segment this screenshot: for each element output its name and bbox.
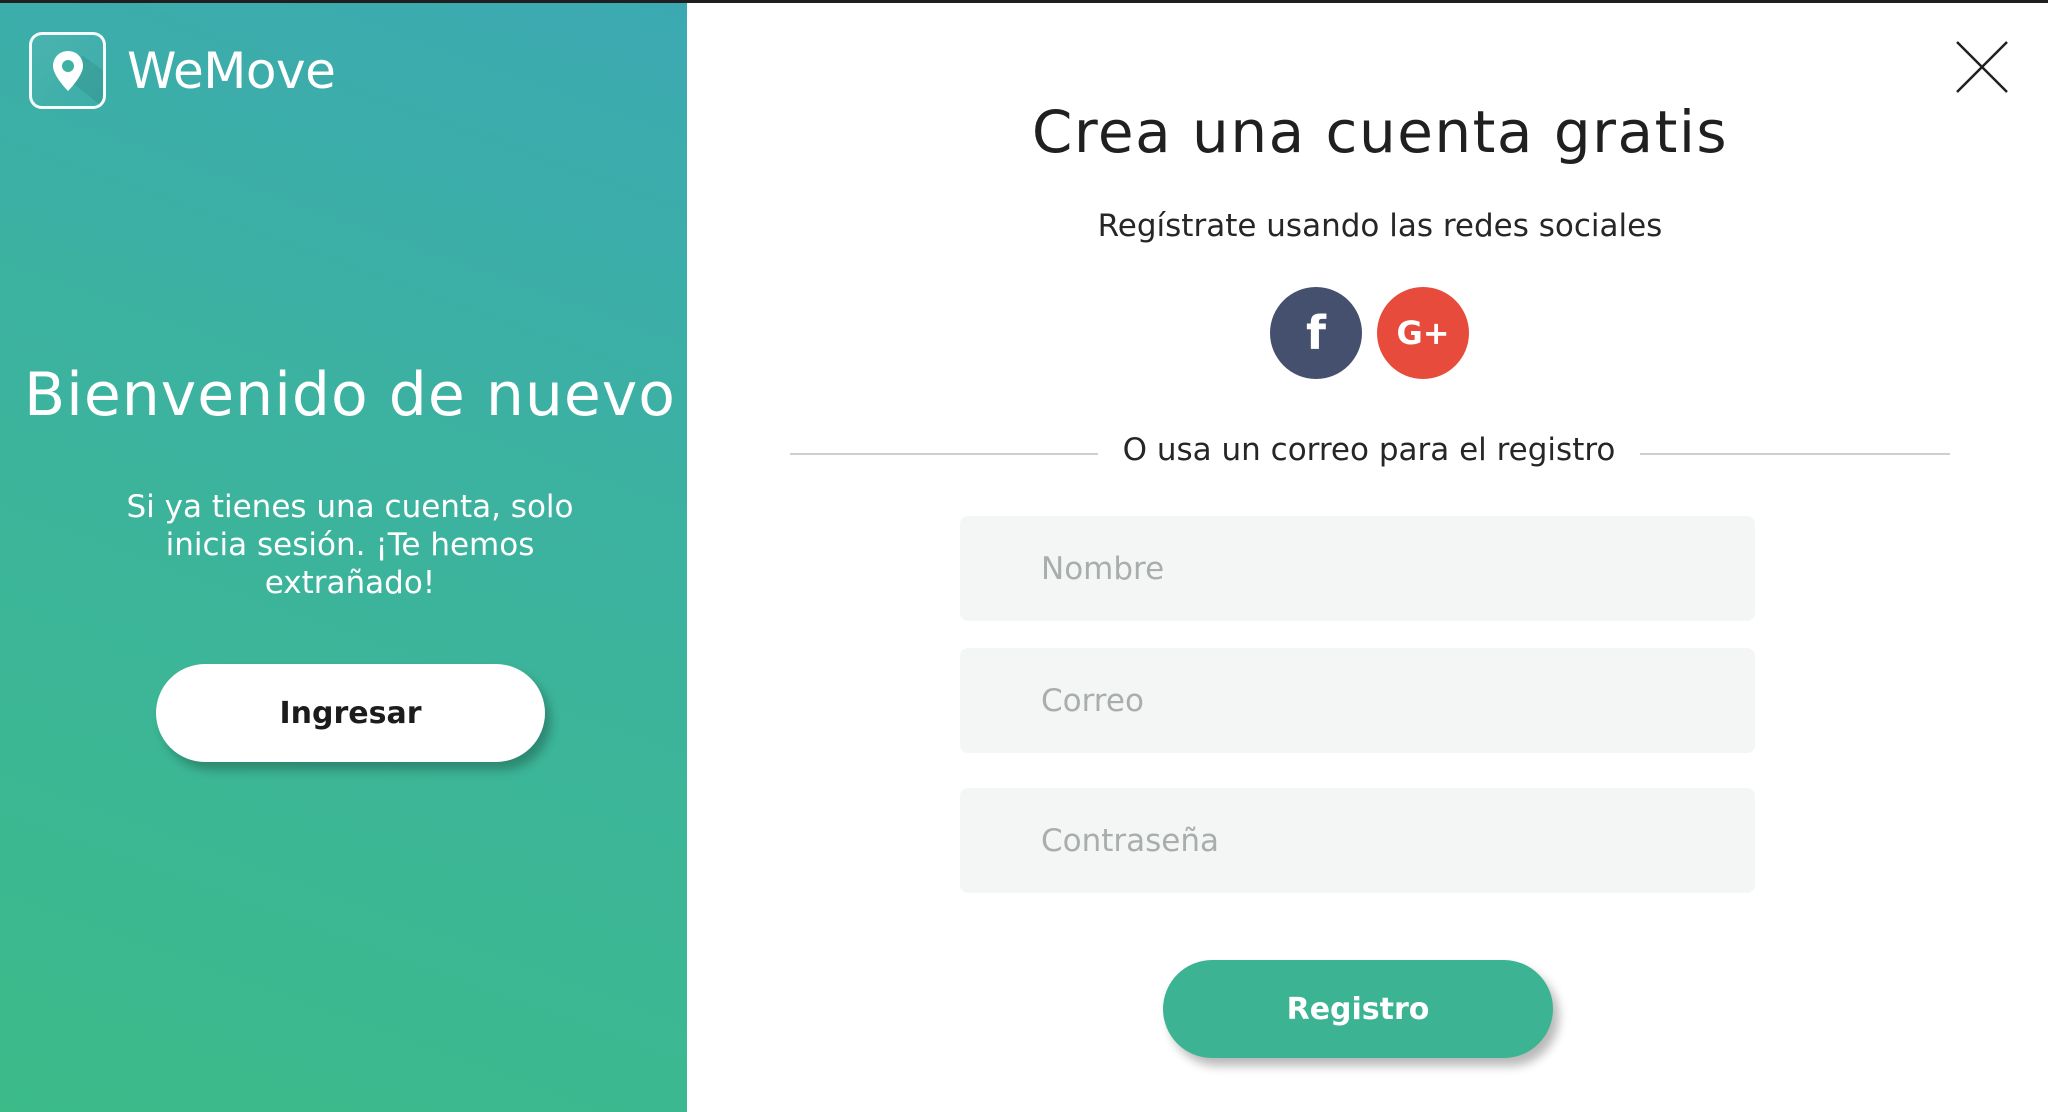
brand-name: WeMove <box>127 41 336 100</box>
login-button[interactable]: Ingresar <box>156 664 545 762</box>
google-plus-signup-button[interactable]: G+ <box>1377 287 1469 379</box>
facebook-icon: f <box>1305 306 1326 360</box>
welcome-title: Bienvenido de nuevo <box>23 360 677 430</box>
map-pin-icon <box>29 32 106 109</box>
window-top-border <box>0 0 2048 3</box>
divider-line-left <box>790 453 1098 455</box>
name-input[interactable] <box>960 516 1755 621</box>
email-input[interactable] <box>960 648 1755 753</box>
welcome-message: Si ya tienes una cuenta, solo inicia ses… <box>126 489 574 601</box>
google-plus-icon: G+ <box>1396 314 1450 352</box>
divider-line-right <box>1640 453 1950 455</box>
brand-logo: WeMove <box>29 32 336 109</box>
facebook-signup-button[interactable]: f <box>1270 287 1362 379</box>
email-divider-text: O usa un correo para el registro <box>1122 432 1616 468</box>
social-subtitle: Regístrate usando las redes sociales <box>1097 208 1663 244</box>
signup-title: Crea una cuenta gratis <box>1031 98 1729 166</box>
welcome-panel: WeMove Bienvenido de nuevo Si ya tienes … <box>0 0 687 1112</box>
password-input[interactable] <box>960 788 1755 893</box>
close-icon[interactable] <box>1955 40 2009 94</box>
register-button[interactable]: Registro <box>1163 960 1553 1058</box>
